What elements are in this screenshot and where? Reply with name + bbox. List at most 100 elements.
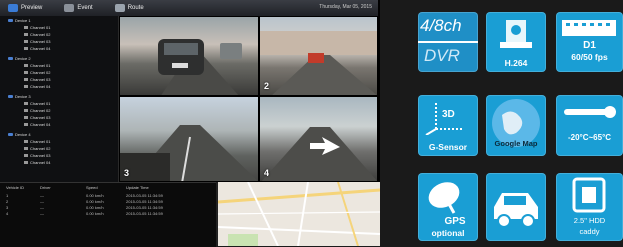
table-cell: 0.00 km/h [86,199,104,204]
preview-icon [8,4,18,12]
vehicle-table: Vehicle ID Driver Speed Update Time 1 — … [0,182,216,247]
table-cell: — [40,193,44,198]
device-tree[interactable]: Device 1 Channel 01 Channel 02 Channel 0… [0,16,119,182]
tree-channel[interactable]: Channel 01 [24,25,50,30]
video-cell-1[interactable] [119,16,259,96]
tree-group[interactable]: Device 2 [8,56,31,61]
thermometer-icon [564,106,616,118]
road-scene-3 [120,125,258,181]
camera-icon [24,33,28,36]
camera-icon [24,47,28,50]
gsensor-label: G-Sensor [428,142,468,152]
tree-channel[interactable]: Channel 02 [24,70,50,75]
camera-icon [24,26,28,29]
tile-resolution: D1 60/50 fps [556,12,623,72]
table-cell: 4 [6,211,9,216]
tree-channel[interactable]: Channel 01 [24,63,50,68]
tree-group[interactable]: Device 4 [8,132,31,137]
camera-icon [24,161,28,164]
camera-icon [24,109,28,112]
tree-channel[interactable]: Channel 02 [24,108,50,113]
tree-channel[interactable]: Channel 03 [24,77,50,82]
tree-channel[interactable]: Channel 04 [24,122,50,127]
video-cell-3[interactable]: 3 [119,96,259,182]
chip-icon [500,20,532,48]
camera-icon [24,147,28,150]
tree-channel[interactable]: Channel 01 [24,139,50,144]
h264-label: H.264 [504,58,528,68]
tree-label: Channel 01 [30,25,51,30]
tree-channel[interactable]: Channel 04 [24,84,50,89]
tile-googlemap: Google Map [486,95,546,156]
tree-group[interactable]: Device 1 [8,18,31,23]
tree-label: Channel 01 [30,101,51,106]
tree-channel[interactable]: Channel 01 [24,101,50,106]
gps-label: GPS [444,216,466,227]
tree-label: Channel 02 [30,146,51,151]
camera-icon [24,154,28,157]
tile-gps: GPS optional [418,173,478,241]
hdd-caddy-label: caddy [579,227,600,236]
tile-gsensor: 3D G-Sensor [418,95,478,156]
tree-label: Device 4 [15,132,31,137]
vehicle-marker-icon[interactable] [216,182,217,197]
tree-channel[interactable]: Channel 02 [24,32,50,37]
dvr-label: DVR [424,46,460,65]
tree-group[interactable]: Device 3 [8,94,31,99]
tree-channel[interactable]: Channel 03 [24,115,50,120]
tab-preview[interactable]: Preview [8,4,42,12]
video-cell-4[interactable]: 4 [259,96,378,182]
temperature-label: -20°C~65°C [567,133,612,142]
tile-h264: H.264 [486,12,546,72]
tile-vehicle [486,173,546,241]
video-cell-label: 2 [264,81,270,91]
tree-label: Channel 04 [30,160,51,165]
video-cell-label: 4 [264,168,270,178]
optional-label: optional [431,228,465,238]
hdd-size-label: 2.5" HDD [573,216,606,225]
table-cell: 0.00 km/h [86,193,104,198]
route-map[interactable] [216,182,380,246]
camera-icon [24,40,28,43]
node-icon [8,57,13,60]
film-strip-icon [562,20,616,36]
tree-channel[interactable]: Channel 04 [24,160,50,165]
tree-channel[interactable]: Channel 03 [24,39,50,44]
hdd-caddy-icon [572,177,606,213]
tree-label: Channel 04 [30,46,51,51]
camera-icon [24,140,28,143]
divider [418,41,478,43]
tab-preview-label: Preview [21,5,43,11]
tree-channel[interactable]: Channel 02 [24,146,50,151]
tree-channel[interactable]: Channel 03 [24,153,50,158]
video-cell-label: 3 [124,168,130,178]
fps-label: 60/50 fps [571,52,608,62]
road-scene-1 [158,39,242,95]
camera-icon [24,116,28,119]
table-cell: — [40,205,44,210]
table-cell: 0.00 km/h [86,211,104,216]
tree-label: Channel 01 [30,63,51,68]
camera-icon [24,85,28,88]
tree-label: Device 2 [15,56,31,61]
node-icon [8,133,13,136]
tree-label: Channel 02 [30,32,51,37]
tile-dvr: 4/8ch DVR [418,12,478,72]
video-cell-2[interactable]: 2 [259,16,378,96]
tree-label: Channel 04 [30,84,51,89]
camera-icon [24,102,28,105]
event-icon [64,4,75,12]
tab-event[interactable]: Event [64,4,93,12]
tree-channel[interactable]: Channel 04 [24,46,50,51]
table-cell: 0.00 km/h [86,205,104,210]
tab-route[interactable]: Route [114,4,144,12]
tree-label: Channel 03 [30,39,51,44]
3d-label: 3D [442,109,455,120]
table-cell: 2015-03-05 11:34:59 [126,199,163,204]
dvr-channels: 4/8ch [420,16,462,35]
camera-icon [24,64,28,67]
road-scene-2 [260,31,377,95]
tab-event-label: Event [77,5,93,11]
tree-label: Channel 02 [30,108,51,113]
feature-panel: 4/8ch DVR H.264 D1 60/50 fps 3D G-Sensor… [392,6,623,246]
